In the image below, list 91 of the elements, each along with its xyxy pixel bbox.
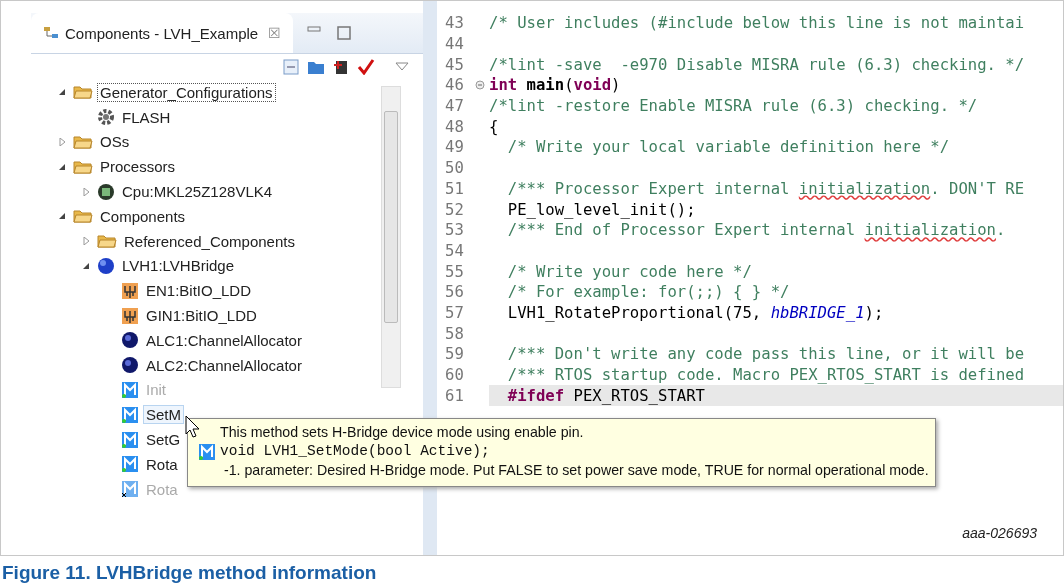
user-component-icon xyxy=(121,331,139,350)
line-number: 57 xyxy=(445,303,465,322)
line-number: 44 xyxy=(445,35,465,54)
tree-item[interactable]: ALC2:ChannelAllocator xyxy=(143,355,305,375)
tree-item[interactable]: FLASH xyxy=(119,107,174,127)
view-menu-icon[interactable] xyxy=(395,62,409,72)
code-line: /*** Processor Expert internal initialization. DON'T RE xyxy=(506,179,1025,198)
code-line: #ifdef PEX_RTOS_START xyxy=(506,386,705,405)
tree-item[interactable]: Generator_Configurations xyxy=(97,82,276,102)
line-number: 45 xyxy=(445,55,465,74)
component-icon xyxy=(97,256,115,275)
tree-item[interactable]: Referenced_Components xyxy=(121,231,298,251)
method-icon xyxy=(198,442,216,461)
code-line: /*lint -restore Enable MISRA rule (6.3) checking. */ xyxy=(489,97,978,116)
method-signature: void LVH1_SetMode(bool Active); xyxy=(220,442,491,461)
code-line: PE_low_level_init(); xyxy=(506,200,696,219)
line-number: 49 xyxy=(445,138,465,157)
chip-icon xyxy=(97,182,115,201)
expanded-arrow-icon[interactable] xyxy=(82,261,90,270)
line-number: 53 xyxy=(445,221,465,240)
method-icon xyxy=(121,455,139,474)
view-tab[interactable]: Components - LVH_Example ☒ xyxy=(31,13,294,53)
figure-id: aaa-026693 xyxy=(962,525,1037,541)
method-icon xyxy=(121,480,139,499)
gear-icon xyxy=(97,108,115,127)
collapsed-arrow-icon[interactable] xyxy=(82,187,90,196)
components-view-icon xyxy=(43,26,61,40)
tooltip-description: This method sets H-Bridge device mode using enable pin. xyxy=(220,423,585,442)
tree-item[interactable]: Cpu:MKL25Z128VLK4 xyxy=(119,182,276,202)
code-line: /* Write your local variable definition here */ xyxy=(506,138,950,157)
code-line: int main(void) xyxy=(489,76,621,95)
tree-item[interactable]: Processors xyxy=(97,157,179,177)
code-line: LVH1_RotateProportional(75, hbBRIDGE_1); xyxy=(506,303,884,322)
collapsed-arrow-icon[interactable] xyxy=(58,138,66,146)
tree-item[interactable]: SetM xyxy=(143,405,184,425)
close-tab-icon[interactable]: ☒ xyxy=(268,25,282,41)
tree-item[interactable]: SetG xyxy=(143,430,184,450)
tree-item[interactable]: GIN1:BitIO_LDD xyxy=(143,306,260,326)
expanded-arrow-icon[interactable] xyxy=(58,162,66,171)
method-icon xyxy=(121,430,139,449)
method-icon xyxy=(121,405,139,424)
figure-caption: Figure 11. LVHBridge method information xyxy=(1,561,378,584)
expanded-arrow-icon[interactable] xyxy=(58,212,66,221)
line-number: 50 xyxy=(445,159,465,178)
line-number: 46 xyxy=(445,76,465,95)
tree-item[interactable]: Rota xyxy=(143,454,181,474)
pin-icon xyxy=(121,281,139,300)
line-number: 51 xyxy=(445,179,465,198)
line-number: 54 xyxy=(445,241,465,260)
method-icon xyxy=(121,380,139,399)
code-line: /* For example: for(;;) { } */ xyxy=(506,283,790,302)
line-number: 52 xyxy=(445,200,465,219)
code-line: /*lint -save -e970 Disable MISRA rule (6.3) checking. */ xyxy=(489,55,1025,74)
maximize-icon[interactable] xyxy=(337,26,352,40)
mouse-cursor-icon xyxy=(185,415,201,439)
tree-item[interactable]: LVH1:LVHBridge xyxy=(119,256,237,276)
line-number: 61 xyxy=(445,386,465,405)
line-number: 48 xyxy=(445,117,465,136)
code-line: /* Write your code here */ xyxy=(506,262,752,281)
line-number: 47 xyxy=(445,97,465,116)
code-line: /*** RTOS startup code. Macro PEX_RTOS_START is defined xyxy=(506,366,1025,385)
document-icon[interactable] xyxy=(333,59,349,75)
checkmark-icon[interactable] xyxy=(357,59,375,75)
line-number: 43 xyxy=(445,14,465,33)
line-number: 56 xyxy=(445,283,465,302)
line-number: 58 xyxy=(445,324,465,343)
folder-icon xyxy=(73,208,93,225)
code-line: /*** Don't write any code pass this line, or it will be xyxy=(506,345,1025,364)
pin-icon xyxy=(121,306,139,325)
collapse-all-icon[interactable] xyxy=(283,59,299,75)
line-number: 55 xyxy=(445,262,465,281)
tree-item[interactable]: OSs xyxy=(97,132,133,152)
code-line: /* User includes (#include below this line is not maintai xyxy=(489,14,1025,33)
collapsed-arrow-icon[interactable] xyxy=(82,237,90,246)
folder-icon xyxy=(73,158,93,175)
code-line: { xyxy=(489,117,499,136)
code-line: /*** End of Processor Expert internal initialization. xyxy=(506,221,1006,240)
tree-item[interactable]: EN1:BitIO_LDD xyxy=(143,281,255,301)
parameter-description: -1. parameter: Desired H-Bridge mode. Put FALSE to set power save mode, TRUE for normal operational mode. xyxy=(222,461,929,480)
folder-icon xyxy=(97,233,117,250)
folder-icon xyxy=(73,134,93,150)
tree-item[interactable]: ALC1:ChannelAllocator xyxy=(143,330,305,350)
expanded-arrow-icon[interactable] xyxy=(58,88,66,97)
fold-icon[interactable] xyxy=(475,80,485,91)
line-number: 59 xyxy=(445,345,465,364)
folder-icon[interactable] xyxy=(307,59,325,75)
line-number: 60 xyxy=(445,366,465,385)
user-component-icon xyxy=(121,356,139,375)
scrollbar[interactable] xyxy=(381,86,401,388)
folder-icon xyxy=(73,84,93,101)
tree-item[interactable]: Components xyxy=(97,206,189,226)
